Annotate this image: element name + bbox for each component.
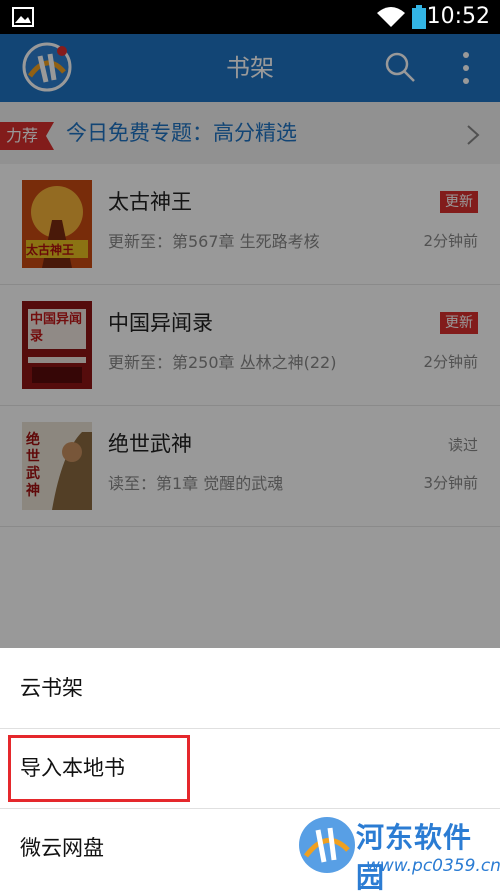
menu-item-cloud-bookshelf[interactable]: 云书架 (0, 648, 500, 729)
battery-icon (412, 5, 426, 29)
highlight-box (8, 735, 190, 802)
menu-item-label: 云书架 (20, 676, 83, 700)
watermark-url: www.pc0359.cn (366, 856, 500, 876)
status-bar: 10:52 (0, 0, 500, 34)
watermark-logo (299, 817, 355, 873)
wifi-icon (377, 7, 405, 27)
status-time: 10:52 (426, 4, 490, 29)
menu-item-label: 微云网盘 (20, 836, 104, 860)
gallery-icon (12, 7, 34, 27)
dim-overlay[interactable] (0, 34, 500, 648)
